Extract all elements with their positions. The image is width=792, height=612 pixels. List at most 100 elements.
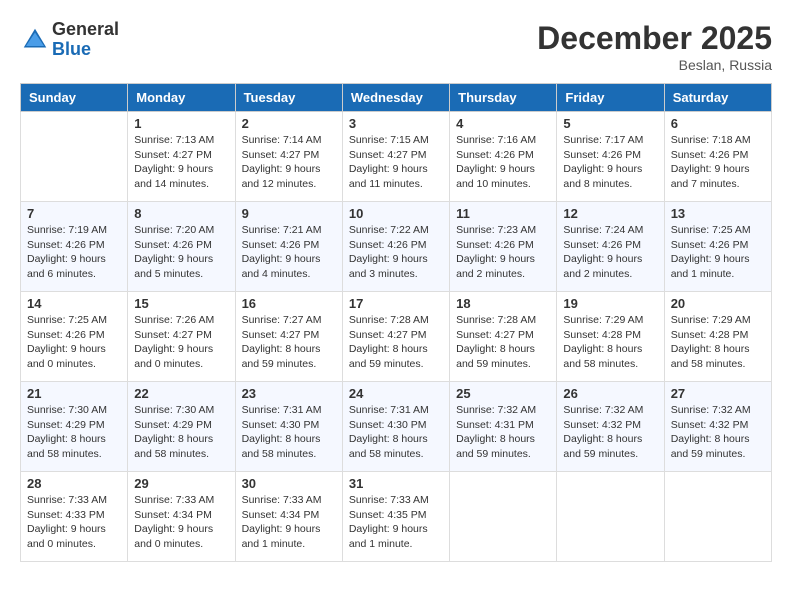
calendar-cell xyxy=(664,472,771,562)
day-number: 8 xyxy=(134,206,228,221)
day-number: 10 xyxy=(349,206,443,221)
daylight-hours: Daylight: 8 hours and 58 minutes. xyxy=(134,433,213,460)
day-number: 30 xyxy=(242,476,336,491)
sunrise-time: Sunrise: 7:22 AM xyxy=(349,224,429,236)
calendar-cell: 8 Sunrise: 7:20 AM Sunset: 4:26 PM Dayli… xyxy=(128,202,235,292)
calendar-cell xyxy=(21,112,128,202)
calendar-cell: 10 Sunrise: 7:22 AM Sunset: 4:26 PM Dayl… xyxy=(342,202,449,292)
day-number: 1 xyxy=(134,116,228,131)
sunset-time: Sunset: 4:32 PM xyxy=(563,419,641,431)
daylight-hours: Daylight: 8 hours and 59 minutes. xyxy=(349,343,428,370)
daylight-hours: Daylight: 9 hours and 4 minutes. xyxy=(242,253,321,280)
day-number: 26 xyxy=(563,386,657,401)
day-info: Sunrise: 7:33 AM Sunset: 4:34 PM Dayligh… xyxy=(134,493,228,552)
calendar-cell: 5 Sunrise: 7:17 AM Sunset: 4:26 PM Dayli… xyxy=(557,112,664,202)
day-number: 17 xyxy=(349,296,443,311)
calendar-cell: 31 Sunrise: 7:33 AM Sunset: 4:35 PM Dayl… xyxy=(342,472,449,562)
sunrise-time: Sunrise: 7:15 AM xyxy=(349,134,429,146)
calendar-week-row: 21 Sunrise: 7:30 AM Sunset: 4:29 PM Dayl… xyxy=(21,382,772,472)
sunset-time: Sunset: 4:27 PM xyxy=(134,149,212,161)
daylight-hours: Daylight: 8 hours and 58 minutes. xyxy=(349,433,428,460)
calendar-cell: 21 Sunrise: 7:30 AM Sunset: 4:29 PM Dayl… xyxy=(21,382,128,472)
calendar-cell: 2 Sunrise: 7:14 AM Sunset: 4:27 PM Dayli… xyxy=(235,112,342,202)
calendar-cell: 12 Sunrise: 7:24 AM Sunset: 4:26 PM Dayl… xyxy=(557,202,664,292)
daylight-hours: Daylight: 9 hours and 2 minutes. xyxy=(563,253,642,280)
day-number: 31 xyxy=(349,476,443,491)
day-info: Sunrise: 7:28 AM Sunset: 4:27 PM Dayligh… xyxy=(456,313,550,372)
sunrise-time: Sunrise: 7:33 AM xyxy=(134,494,214,506)
day-info: Sunrise: 7:16 AM Sunset: 4:26 PM Dayligh… xyxy=(456,133,550,192)
day-number: 11 xyxy=(456,206,550,221)
sunrise-time: Sunrise: 7:31 AM xyxy=(242,404,322,416)
calendar-header-row: SundayMondayTuesdayWednesdayThursdayFrid… xyxy=(21,84,772,112)
day-info: Sunrise: 7:17 AM Sunset: 4:26 PM Dayligh… xyxy=(563,133,657,192)
sunrise-time: Sunrise: 7:32 AM xyxy=(671,404,751,416)
day-number: 23 xyxy=(242,386,336,401)
day-info: Sunrise: 7:27 AM Sunset: 4:27 PM Dayligh… xyxy=(242,313,336,372)
daylight-hours: Daylight: 8 hours and 58 minutes. xyxy=(242,433,321,460)
day-number: 29 xyxy=(134,476,228,491)
sunset-time: Sunset: 4:27 PM xyxy=(456,329,534,341)
day-number: 28 xyxy=(27,476,121,491)
day-info: Sunrise: 7:14 AM Sunset: 4:27 PM Dayligh… xyxy=(242,133,336,192)
day-number: 22 xyxy=(134,386,228,401)
day-number: 20 xyxy=(671,296,765,311)
calendar-cell xyxy=(557,472,664,562)
sunrise-time: Sunrise: 7:23 AM xyxy=(456,224,536,236)
sunset-time: Sunset: 4:26 PM xyxy=(27,329,105,341)
col-header-wednesday: Wednesday xyxy=(342,84,449,112)
day-info: Sunrise: 7:26 AM Sunset: 4:27 PM Dayligh… xyxy=(134,313,228,372)
day-number: 6 xyxy=(671,116,765,131)
sunset-time: Sunset: 4:27 PM xyxy=(349,149,427,161)
sunset-time: Sunset: 4:29 PM xyxy=(27,419,105,431)
sunset-time: Sunset: 4:34 PM xyxy=(134,509,212,521)
sunset-time: Sunset: 4:30 PM xyxy=(242,419,320,431)
sunset-time: Sunset: 4:26 PM xyxy=(134,239,212,251)
day-number: 24 xyxy=(349,386,443,401)
sunrise-time: Sunrise: 7:21 AM xyxy=(242,224,322,236)
sunrise-time: Sunrise: 7:20 AM xyxy=(134,224,214,236)
daylight-hours: Daylight: 9 hours and 8 minutes. xyxy=(563,163,642,190)
sunset-time: Sunset: 4:34 PM xyxy=(242,509,320,521)
day-info: Sunrise: 7:33 AM Sunset: 4:33 PM Dayligh… xyxy=(27,493,121,552)
calendar-week-row: 7 Sunrise: 7:19 AM Sunset: 4:26 PM Dayli… xyxy=(21,202,772,292)
day-number: 9 xyxy=(242,206,336,221)
day-number: 2 xyxy=(242,116,336,131)
calendar-cell: 3 Sunrise: 7:15 AM Sunset: 4:27 PM Dayli… xyxy=(342,112,449,202)
day-number: 27 xyxy=(671,386,765,401)
sunset-time: Sunset: 4:28 PM xyxy=(563,329,641,341)
sunset-time: Sunset: 4:29 PM xyxy=(134,419,212,431)
day-number: 3 xyxy=(349,116,443,131)
daylight-hours: Daylight: 8 hours and 59 minutes. xyxy=(563,433,642,460)
calendar-cell: 1 Sunrise: 7:13 AM Sunset: 4:27 PM Dayli… xyxy=(128,112,235,202)
calendar-cell: 6 Sunrise: 7:18 AM Sunset: 4:26 PM Dayli… xyxy=(664,112,771,202)
daylight-hours: Daylight: 9 hours and 5 minutes. xyxy=(134,253,213,280)
calendar-cell xyxy=(450,472,557,562)
daylight-hours: Daylight: 9 hours and 1 minute. xyxy=(671,253,750,280)
sunset-time: Sunset: 4:30 PM xyxy=(349,419,427,431)
calendar-cell: 4 Sunrise: 7:16 AM Sunset: 4:26 PM Dayli… xyxy=(450,112,557,202)
sunrise-time: Sunrise: 7:33 AM xyxy=(349,494,429,506)
calendar-cell: 25 Sunrise: 7:32 AM Sunset: 4:31 PM Dayl… xyxy=(450,382,557,472)
logo-text: General Blue xyxy=(52,20,119,60)
sunset-time: Sunset: 4:31 PM xyxy=(456,419,534,431)
sunrise-time: Sunrise: 7:30 AM xyxy=(27,404,107,416)
calendar-week-row: 28 Sunrise: 7:33 AM Sunset: 4:33 PM Dayl… xyxy=(21,472,772,562)
title-block: December 2025 Beslan, Russia xyxy=(537,20,772,73)
sunrise-time: Sunrise: 7:28 AM xyxy=(456,314,536,326)
calendar-table: SundayMondayTuesdayWednesdayThursdayFrid… xyxy=(20,83,772,562)
day-info: Sunrise: 7:13 AM Sunset: 4:27 PM Dayligh… xyxy=(134,133,228,192)
sunrise-time: Sunrise: 7:32 AM xyxy=(456,404,536,416)
sunset-time: Sunset: 4:26 PM xyxy=(27,239,105,251)
col-header-saturday: Saturday xyxy=(664,84,771,112)
calendar-cell: 18 Sunrise: 7:28 AM Sunset: 4:27 PM Dayl… xyxy=(450,292,557,382)
daylight-hours: Daylight: 9 hours and 3 minutes. xyxy=(349,253,428,280)
logo-blue: Blue xyxy=(52,40,119,60)
sunset-time: Sunset: 4:26 PM xyxy=(242,239,320,251)
day-number: 15 xyxy=(134,296,228,311)
daylight-hours: Daylight: 9 hours and 7 minutes. xyxy=(671,163,750,190)
page-header: General Blue December 2025 Beslan, Russi… xyxy=(20,20,772,73)
day-info: Sunrise: 7:33 AM Sunset: 4:35 PM Dayligh… xyxy=(349,493,443,552)
calendar-cell: 9 Sunrise: 7:21 AM Sunset: 4:26 PM Dayli… xyxy=(235,202,342,292)
daylight-hours: Daylight: 9 hours and 11 minutes. xyxy=(349,163,428,190)
